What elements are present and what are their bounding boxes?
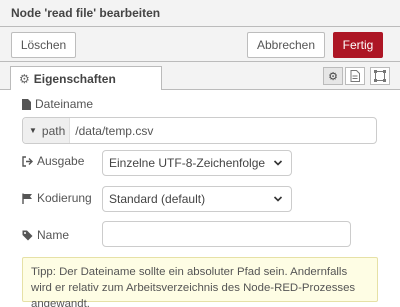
tip-box: Tipp: Der Dateiname sollte ein absoluter…: [22, 257, 378, 307]
output-label: Ausgabe: [37, 154, 85, 168]
chevron-down-icon: [273, 160, 283, 166]
settings-tab-button[interactable]: ⚙: [323, 67, 343, 85]
output-select[interactable]: Einzelne UTF-8-Zeichenfolge: [102, 150, 292, 176]
caret-down-icon: ▼: [29, 126, 37, 135]
tag-icon: [22, 230, 33, 240]
sign-out-icon: [22, 155, 33, 167]
name-input[interactable]: [102, 221, 351, 247]
chevron-down-icon: [273, 196, 283, 202]
encoding-label-row: Kodierung: [22, 191, 92, 205]
tray-toolbar: Löschen Abbrechen Fertig: [0, 27, 400, 62]
filename-type-label: path: [41, 123, 66, 138]
document-icon: [350, 70, 360, 82]
properties-form: Dateiname ▼ path /data/temp.csv Ausgabe …: [0, 90, 400, 307]
delete-button[interactable]: Löschen: [11, 32, 76, 58]
tabs-bar: ⚙ Eigenschaften ⚙: [0, 62, 400, 91]
encoding-select[interactable]: Standard (default): [102, 186, 292, 212]
filename-label-row: Dateiname: [22, 97, 93, 111]
frame-icon: [374, 70, 386, 82]
gear-icon: ⚙: [19, 72, 30, 86]
encoding-label: Kodierung: [37, 191, 92, 205]
filename-type-selector[interactable]: ▼ path: [23, 118, 71, 143]
description-tab-button[interactable]: [345, 67, 365, 85]
done-button[interactable]: Fertig: [333, 32, 383, 58]
gear-icon: ⚙: [328, 70, 338, 83]
appearance-tab-button[interactable]: [370, 67, 390, 85]
flag-icon: [22, 193, 32, 204]
name-label: Name: [37, 228, 70, 242]
file-icon: [22, 98, 31, 110]
filename-typed-input[interactable]: ▼ path /data/temp.csv: [22, 117, 377, 144]
tab-properties[interactable]: ⚙ Eigenschaften: [10, 66, 162, 91]
cancel-button[interactable]: Abbrechen: [247, 32, 325, 58]
tray-header: Node 'read file' bearbeiten: [0, 0, 400, 27]
encoding-selected-value: Standard (default): [109, 192, 206, 206]
filename-value[interactable]: /data/temp.csv: [70, 124, 153, 138]
output-label-row: Ausgabe: [22, 154, 84, 168]
name-label-row: Name: [22, 228, 69, 242]
filename-label: Dateiname: [35, 97, 94, 111]
output-selected-value: Einzelne UTF-8-Zeichenfolge: [109, 156, 266, 170]
tray-title: Node 'read file' bearbeiten: [11, 6, 161, 20]
tab-properties-label: Eigenschaften: [33, 72, 116, 86]
